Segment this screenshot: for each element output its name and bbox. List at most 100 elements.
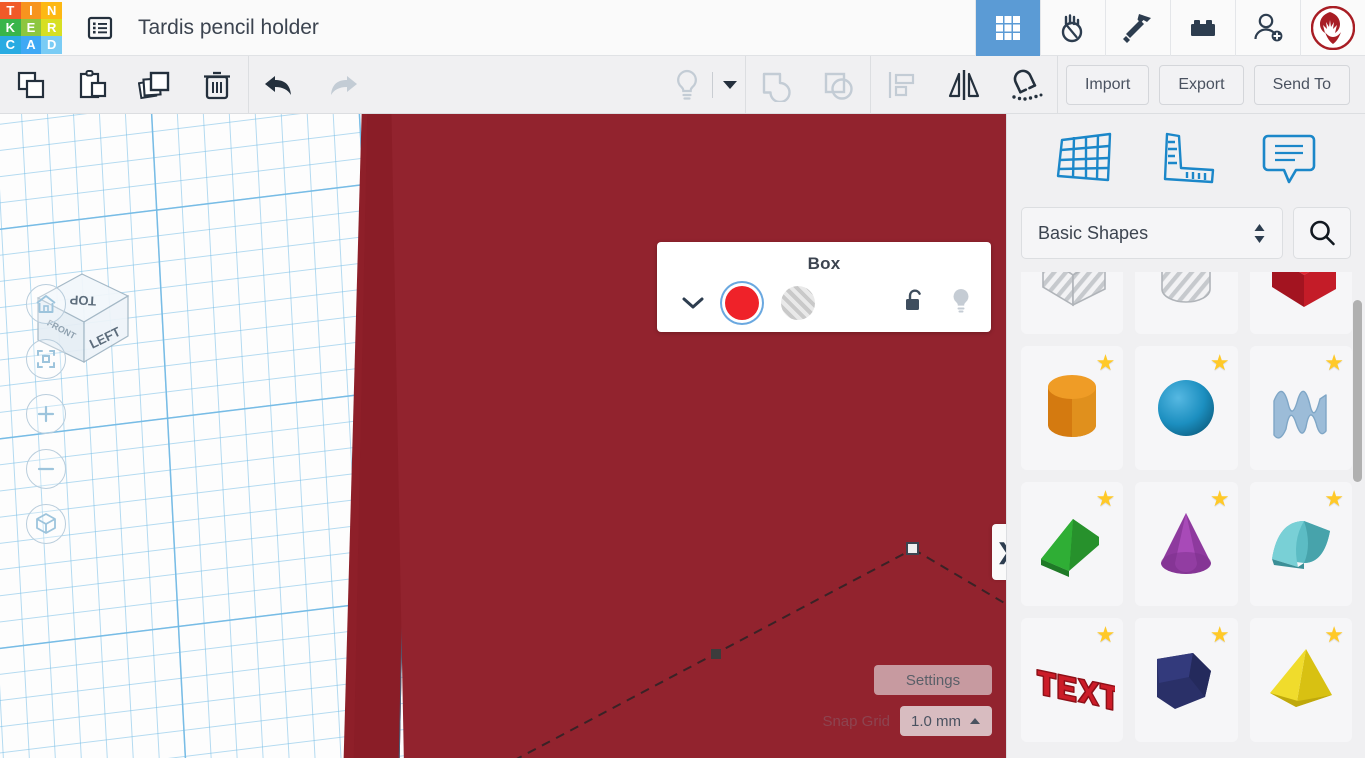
cylinder-icon: [1048, 375, 1097, 437]
shape-panel-controls: [657, 274, 991, 332]
sidebar-tool-icons: [1007, 114, 1365, 204]
cylinder-hole-icon: [1161, 272, 1212, 303]
ungroup-shapes-icon: [824, 72, 853, 100]
designs-list-button[interactable]: [80, 8, 120, 48]
import-button[interactable]: Import: [1065, 64, 1150, 105]
shape-tile-box-hole[interactable]: [1021, 272, 1124, 334]
ruler-tool-button[interactable]: [1157, 126, 1219, 193]
hand-design-icon: [1061, 13, 1083, 42]
snap-grid-row: Snap Grid 1.0 mm: [822, 706, 992, 736]
nav-blocks-button[interactable]: [1170, 0, 1235, 56]
tinkercad-logo[interactable]: TIN KER CAD: [0, 1, 62, 54]
redo-icon: [331, 75, 357, 95]
home-icon: [36, 295, 56, 313]
align-icon: [888, 71, 915, 98]
selection-handle-corner-right[interactable]: [906, 542, 919, 555]
favorite-star-icon: ★: [1209, 350, 1230, 375]
zoom-in-button[interactable]: [26, 394, 66, 434]
shape-properties-panel: Box: [657, 242, 991, 332]
shape-tile-scribble[interactable]: ★: [1249, 346, 1352, 470]
trash-icon: [204, 71, 230, 99]
shape-tile-pyramid[interactable]: ★: [1249, 618, 1352, 742]
mirror-icon: [948, 69, 980, 100]
account-avatar-button[interactable]: [1300, 0, 1365, 56]
shape-tile-box[interactable]: [1249, 272, 1352, 334]
panel-collapse-button[interactable]: ❯: [992, 524, 1006, 580]
hole-swatch[interactable]: [781, 286, 815, 320]
logo-tile-e: E: [20, 18, 42, 37]
scribble-icon: [1273, 390, 1327, 439]
lighting-dropdown-button[interactable]: [715, 56, 745, 114]
shapes-scrollbar[interactable]: [1353, 300, 1362, 482]
shape-search-button[interactable]: [1293, 207, 1351, 259]
grid-icon: [996, 15, 1020, 40]
shape-tile-cylinder-hole[interactable]: [1135, 272, 1238, 334]
favorite-star-icon: ★: [1209, 486, 1230, 511]
solid-color-swatch[interactable]: [725, 286, 759, 320]
magnet-icon: [1012, 69, 1043, 101]
cone-icon: [1161, 513, 1212, 574]
nav-minecraft-button[interactable]: [1105, 0, 1170, 56]
mirror-button[interactable]: [933, 56, 995, 114]
duplicate-button[interactable]: [124, 56, 186, 114]
history-tools-group: [249, 56, 373, 114]
shape-tile-sphere[interactable]: ★: [1135, 346, 1238, 470]
logo-tile-n: N: [41, 1, 62, 19]
shape-tile-roof[interactable]: ★: [1021, 482, 1124, 606]
send-to-button[interactable]: Send To: [1253, 64, 1350, 105]
shapes-grid-inner: ★ ★ ★ ★ ★ ★ ★ ★ ★: [1021, 272, 1352, 742]
nav-invite-button[interactable]: [1235, 0, 1300, 56]
selection-handle-midpoint[interactable]: [711, 649, 721, 659]
note-tool-button[interactable]: [1258, 126, 1320, 193]
plus-icon: [37, 405, 55, 423]
snap-magnet-button[interactable]: [995, 56, 1057, 114]
shape-category-select[interactable]: Basic Shapes: [1021, 207, 1283, 259]
shape-tile-text[interactable]: ★: [1021, 618, 1124, 742]
undo-button[interactable]: [249, 56, 311, 114]
pickaxe-icon: [1123, 13, 1151, 43]
lighting-button[interactable]: [664, 56, 710, 114]
box-hole-icon: [1042, 272, 1106, 307]
ungroup-button[interactable]: [808, 56, 870, 114]
shape-panel-title: Box: [807, 254, 841, 273]
nav-gallery-button[interactable]: [975, 0, 1040, 56]
shapes-grid[interactable]: ★ ★ ★ ★ ★ ★ ★ ★ ★: [1007, 272, 1365, 758]
lightbulb-icon: [953, 288, 969, 312]
projection-toggle-button[interactable]: [26, 504, 66, 544]
pyramid-icon: [1269, 649, 1332, 707]
redo-button[interactable]: [311, 56, 373, 114]
shape-tile-cylinder[interactable]: ★: [1021, 346, 1124, 470]
workplane-icon: [1057, 132, 1112, 181]
settings-button[interactable]: Settings: [874, 665, 992, 695]
fit-view-button[interactable]: [26, 339, 66, 379]
delete-button[interactable]: [186, 56, 248, 114]
nav-3d-design-button[interactable]: [1040, 0, 1105, 56]
snap-grid-select[interactable]: 1.0 mm: [900, 706, 992, 736]
logo-tile-t: T: [0, 1, 21, 19]
shape-tile-cone[interactable]: ★: [1135, 482, 1238, 606]
home-view-button[interactable]: [26, 284, 66, 324]
group-button[interactable]: [746, 56, 808, 114]
logo-tile-r: R: [41, 18, 62, 37]
lock-toggle-button[interactable]: [903, 288, 927, 319]
logo-tile-k: K: [0, 18, 21, 37]
tinkercad-app: TINKERCAD Tardis pencil holder Import Ex…: [0, 0, 1365, 758]
paste-button[interactable]: [62, 56, 124, 114]
light-toggle-button[interactable]: [949, 287, 973, 320]
shape-tile-polygon[interactable]: ★: [1135, 618, 1238, 742]
box-icon: [1271, 272, 1336, 307]
logo-tile-d: D: [41, 36, 62, 54]
shape-panel-collapse-button[interactable]: [675, 296, 711, 310]
logo-tile-i: I: [20, 1, 42, 19]
add-user-icon: [1254, 13, 1283, 41]
copy-button[interactable]: [0, 56, 62, 114]
align-button[interactable]: [871, 56, 933, 114]
zoom-out-button[interactable]: [26, 449, 66, 489]
model-box-selected[interactable]: [391, 114, 1006, 758]
stepper-arrows-icon: [1253, 223, 1266, 244]
shape-tile-half-cylinder[interactable]: ★: [1249, 482, 1352, 606]
text-icon: [1036, 668, 1116, 711]
workplane-tool-button[interactable]: [1052, 126, 1118, 193]
design-viewport[interactable]: TOP LEFT FRONT Settings Snap Grid 1.0 mm…: [0, 114, 1006, 758]
export-button[interactable]: Export: [1159, 64, 1244, 105]
